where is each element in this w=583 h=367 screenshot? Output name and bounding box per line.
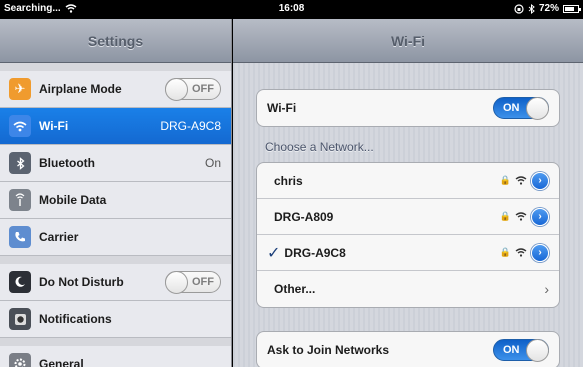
wifi-strength-icon xyxy=(515,176,527,185)
moon-icon xyxy=(9,271,31,293)
toggle-knob xyxy=(165,271,188,294)
wifi-nav-bar: Wi-Fi xyxy=(233,19,583,63)
sidebar-item-value: On xyxy=(204,156,221,170)
sidebar-item-wifi[interactable]: Wi-Fi DRG-A9C8 xyxy=(0,108,231,145)
lock-icon: 🔒 xyxy=(499,247,511,257)
wifi-row: Wi-Fi ON xyxy=(257,90,559,126)
detail-disclosure-icon[interactable]: › xyxy=(531,207,549,226)
do-not-disturb-toggle[interactable]: OFF xyxy=(165,271,221,294)
sidebar-item-notifications[interactable]: Notifications xyxy=(0,301,231,338)
wifi-icon xyxy=(9,115,31,137)
phone-icon xyxy=(9,226,31,248)
sidebar-item-carrier[interactable]: Carrier xyxy=(0,219,231,256)
ask-to-join-group: Ask to Join Networks ON xyxy=(256,331,560,367)
sidebar-item-mobile-data[interactable]: Mobile Data xyxy=(0,182,231,219)
sidebar-item-label: General xyxy=(39,357,84,367)
airplane-mode-toggle[interactable]: OFF xyxy=(165,78,221,101)
lock-icon: 🔒 xyxy=(499,211,511,221)
toggle-knob xyxy=(526,97,549,120)
notifications-icon xyxy=(9,308,31,330)
wifi-strength-icon xyxy=(515,212,527,221)
network-row-other[interactable]: Other... › xyxy=(257,271,559,307)
wifi-strength-icon xyxy=(515,248,527,257)
detail-disclosure-icon[interactable]: › xyxy=(531,171,549,190)
sidebar-item-label: Bluetooth xyxy=(39,156,95,170)
settings-title: Settings xyxy=(87,32,144,49)
page-title: Wi-Fi xyxy=(390,32,426,49)
network-row-drg-a9c8[interactable]: ✓ DRG-A9C8 🔒 › xyxy=(257,235,559,271)
sidebar-item-label: Notifications xyxy=(39,312,112,326)
toggle-knob xyxy=(526,339,549,362)
airplane-icon: ✈ xyxy=(9,78,31,100)
bluetooth-icon xyxy=(9,152,31,174)
network-row-chris[interactable]: chris 🔒 › xyxy=(257,163,559,199)
toggle-knob xyxy=(165,78,188,101)
bluetooth-status-icon xyxy=(528,3,535,14)
network-name: DRG-A9C8 xyxy=(284,245,346,260)
network-name: DRG-A809 xyxy=(274,209,334,224)
chevron-right-icon: › xyxy=(544,281,549,297)
ask-to-join-label: Ask to Join Networks xyxy=(267,343,390,357)
network-name: chris xyxy=(274,173,303,188)
settings-panel: Settings ✈ Airplane Mode OFF Wi-Fi DRG-A… xyxy=(0,19,232,367)
sidebar-item-label: Do Not Disturb xyxy=(39,275,124,289)
wifi-toggle-group: Wi-Fi ON xyxy=(256,89,560,127)
wifi-detail-panel: Wi-Fi Wi-Fi ON Choose a Network... chris… xyxy=(233,19,583,367)
clock: 16:08 xyxy=(278,3,305,14)
sidebar-item-label: Airplane Mode xyxy=(39,82,122,96)
status-bar: Searching... 16:08 72% xyxy=(0,0,583,19)
sidebar-item-label: Carrier xyxy=(39,230,79,244)
sidebar-item-do-not-disturb[interactable]: Do Not Disturb OFF xyxy=(0,264,231,301)
lock-icon: 🔒 xyxy=(499,175,511,185)
sidebar-item-general[interactable]: General xyxy=(0,346,231,367)
sidebar-item-value: DRG-A9C8 xyxy=(160,119,221,133)
battery-percent: 72% xyxy=(538,3,559,14)
wifi-label: Wi-Fi xyxy=(267,101,297,115)
detail-disclosure-icon[interactable]: › xyxy=(531,243,549,262)
ask-to-join-row: Ask to Join Networks ON xyxy=(257,332,559,367)
other-network-label: Other... xyxy=(274,282,316,296)
choose-network-header: Choose a Network... xyxy=(265,140,374,154)
sidebar-item-bluetooth[interactable]: Bluetooth On xyxy=(0,145,231,182)
mobile-data-icon xyxy=(9,189,31,211)
sidebar-item-label: Wi-Fi xyxy=(39,119,69,133)
ask-to-join-toggle[interactable]: ON xyxy=(493,339,549,362)
network-list: chris 🔒 › DRG-A809 🔒 › ✓ DRG-A9C8 🔒 › Ot… xyxy=(256,162,560,308)
rotation-lock-icon xyxy=(514,3,524,14)
sidebar-item-label: Mobile Data xyxy=(39,193,107,207)
battery-icon xyxy=(563,4,581,13)
wifi-toggle[interactable]: ON xyxy=(493,97,549,120)
sidebar-item-airplane-mode[interactable]: ✈ Airplane Mode OFF xyxy=(0,71,231,108)
settings-nav-bar: Settings xyxy=(0,19,231,63)
network-row-drg-a809[interactable]: DRG-A809 🔒 › xyxy=(257,199,559,235)
checkmark-icon: ✓ xyxy=(267,244,281,262)
gear-icon xyxy=(9,353,31,367)
